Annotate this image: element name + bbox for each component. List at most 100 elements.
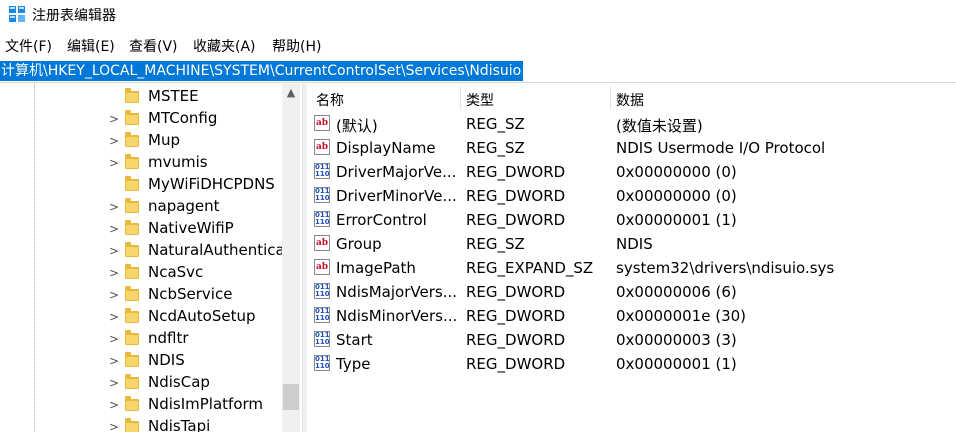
menu-favorites[interactable]: 收藏夹(A) (193, 36, 256, 56)
scroll-thumb[interactable] (283, 384, 299, 410)
menu-bar: 文件(F) 编辑(E) 查看(V) 收藏夹(A) 帮助(H) (0, 34, 956, 56)
tree-item[interactable]: > NcbService (0, 284, 282, 306)
chevron-right-icon[interactable]: > (109, 222, 119, 236)
chevron-right-icon[interactable]: > (109, 420, 119, 432)
chevron-right-icon[interactable]: > (109, 354, 119, 368)
menu-view[interactable]: 查看(V) (129, 36, 178, 56)
value-row[interactable]: 011 110 Type REG_DWORD 0x00000001 (1) (308, 352, 956, 376)
value-row[interactable]: 011 110 DriverMajorVe... REG_DWORD 0x0000… (308, 160, 956, 184)
value-row[interactable]: ab DisplayName REG_SZ NDIS Usermode I/O … (308, 136, 956, 160)
value-row[interactable]: 011 110 Start REG_DWORD 0x00000003 (3) (308, 328, 956, 352)
tree-item[interactable]: > NaturalAuthentica (0, 240, 285, 262)
binary-value-icon: 011 110 (314, 355, 330, 371)
string-value-icon: ab (314, 235, 330, 251)
tree-item[interactable]: > NativeWifiP (0, 218, 282, 240)
binary-value-icon: 011 110 (314, 307, 330, 323)
value-data: 0x00000001 (1) (616, 211, 737, 229)
value-name: Start (336, 331, 373, 349)
window-title: 注册表编辑器 (32, 8, 116, 24)
value-type: REG_DWORD (466, 283, 566, 301)
tree-item[interactable]: > NdisCap (0, 372, 282, 394)
value-type: REG_EXPAND_SZ (466, 259, 594, 277)
chevron-right-icon[interactable]: > (109, 398, 119, 412)
tree-item[interactable]: > NdisImPlatform (0, 394, 282, 416)
tree-item[interactable]: > NDIS (0, 350, 282, 372)
value-row[interactable]: ab ImagePath REG_EXPAND_SZ system32\driv… (308, 256, 956, 280)
column-header-type[interactable]: 类型 (466, 86, 611, 110)
chevron-right-icon[interactable]: > (109, 310, 119, 324)
pane-splitter[interactable] (302, 84, 307, 432)
value-row[interactable]: 011 110 NdisMinorVers... REG_DWORD 0x0000… (308, 304, 956, 328)
scroll-up-icon[interactable]: ▲ (282, 84, 300, 102)
tree-item[interactable]: > napagent (0, 196, 282, 218)
value-name: DisplayName (336, 139, 436, 157)
value-type: REG_DWORD (466, 355, 566, 373)
value-type: REG_SZ (466, 235, 525, 253)
column-divider[interactable] (460, 86, 461, 110)
value-row[interactable]: ab (默认) REG_SZ (数值未设置) (308, 112, 956, 136)
chevron-right-icon[interactable]: > (109, 288, 119, 302)
value-type: REG_DWORD (466, 211, 566, 229)
menu-help[interactable]: 帮助(H) (272, 36, 321, 56)
tree-item[interactable]: > Mup (0, 130, 282, 152)
chevron-right-icon[interactable]: > (109, 134, 119, 148)
tree-item[interactable]: MSTEE (0, 86, 282, 108)
folder-icon (125, 330, 139, 345)
chevron-right-icon[interactable]: > (109, 156, 119, 170)
value-data: 0x00000001 (1) (616, 355, 737, 373)
tree-item[interactable]: MyWiFiDHCPDNS (0, 174, 282, 196)
chevron-right-icon[interactable]: > (109, 244, 119, 258)
tree-item[interactable]: > NcaSvc (0, 262, 282, 284)
tree-item[interactable]: > mvumis (0, 152, 282, 174)
folder-icon (125, 242, 139, 257)
chevron-right-icon[interactable]: > (109, 266, 119, 280)
tree-item[interactable]: > NdisTapi (0, 416, 282, 432)
binary-value-icon: 011 110 (314, 283, 330, 299)
column-header-data[interactable]: 数据 (616, 86, 916, 110)
binary-value-icon: 011 110 (314, 163, 330, 179)
column-header-name[interactable]: 名称 (316, 86, 461, 110)
value-name: DriverMinorVe... (336, 187, 457, 205)
folder-icon (125, 220, 139, 235)
value-name: ImagePath (336, 259, 416, 277)
folder-icon (125, 352, 139, 367)
chevron-right-icon[interactable]: > (109, 200, 119, 214)
folder-icon (125, 88, 139, 103)
string-value-icon: ab (314, 259, 330, 275)
value-data: 0x0000001e (30) (616, 307, 747, 325)
folder-icon (125, 286, 139, 301)
value-data: 0x00000000 (0) (616, 163, 737, 181)
address-bar[interactable]: 计算机\HKEY_LOCAL_MACHINE\SYSTEM\CurrentCon… (0, 60, 956, 83)
folder-icon (125, 308, 139, 323)
binary-value-icon: 011 110 (314, 331, 330, 347)
value-row[interactable]: 011 110 NdisMajorVers... REG_DWORD 0x0000… (308, 280, 956, 304)
value-data: NDIS Usermode I/O Protocol (616, 139, 826, 157)
value-type: REG_DWORD (466, 163, 566, 181)
value-row[interactable]: ab Group REG_SZ NDIS (308, 232, 956, 256)
chevron-right-icon[interactable]: > (109, 112, 119, 126)
value-row[interactable]: 011 110 ErrorControl REG_DWORD 0x00000001… (308, 208, 956, 232)
folder-icon (125, 154, 139, 169)
registry-editor-icon (9, 6, 25, 22)
string-value-icon: ab (314, 139, 330, 155)
menu-edit[interactable]: 编辑(E) (67, 36, 115, 56)
folder-icon (125, 132, 139, 147)
value-row[interactable]: 011 110 DriverMinorVe... REG_DWORD 0x0000… (308, 184, 956, 208)
value-data: 0x00000003 (3) (616, 331, 737, 349)
tree-item[interactable]: > NcdAutoSetup (0, 306, 282, 328)
value-name: ErrorControl (336, 211, 427, 229)
string-value-icon: ab (314, 115, 330, 131)
tree-item[interactable]: > MTConfig (0, 108, 282, 130)
folder-icon (125, 176, 139, 191)
folder-icon (125, 110, 139, 125)
menu-file[interactable]: 文件(F) (5, 36, 52, 56)
folder-icon (125, 198, 139, 213)
chevron-right-icon[interactable]: > (109, 376, 119, 390)
tree-scrollbar[interactable]: ▲ (282, 84, 300, 432)
column-divider[interactable] (610, 86, 611, 110)
address-text[interactable]: 计算机\HKEY_LOCAL_MACHINE\SYSTEM\CurrentCon… (0, 61, 524, 81)
binary-value-icon: 011 110 (314, 211, 330, 227)
tree-item[interactable]: > ndfltr (0, 328, 282, 350)
title-bar: 注册表编辑器 (0, 0, 956, 30)
chevron-right-icon[interactable]: > (109, 332, 119, 346)
